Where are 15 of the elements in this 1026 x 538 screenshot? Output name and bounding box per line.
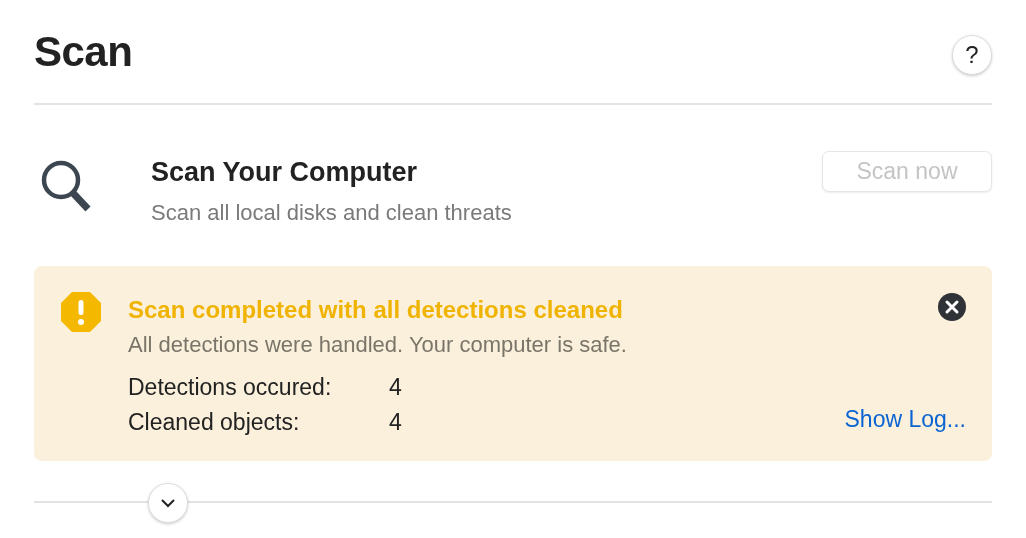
task-title: Scan Your Computer [151,157,419,188]
chevron-icon [160,498,176,508]
stat-label: Detections occured: [128,374,333,401]
stat-value: 4 [389,374,402,401]
page-title: Scan [34,28,133,76]
close-icon[interactable] [938,293,966,321]
stat-value: 4 [389,409,402,436]
help-button[interactable]: ? [952,35,992,75]
expand-button[interactable] [148,483,188,523]
alert-message: All detections were handled. Your computer is safe. [128,332,628,358]
stat-label: Cleaned objects: [128,409,301,436]
warning-icon [60,291,102,333]
alert-title: Scan completed with all detections cleaned [128,296,624,324]
show-log-link[interactable]: Show Log... [844,406,966,433]
task-description: Scan all local disks and clean threats [151,200,513,226]
